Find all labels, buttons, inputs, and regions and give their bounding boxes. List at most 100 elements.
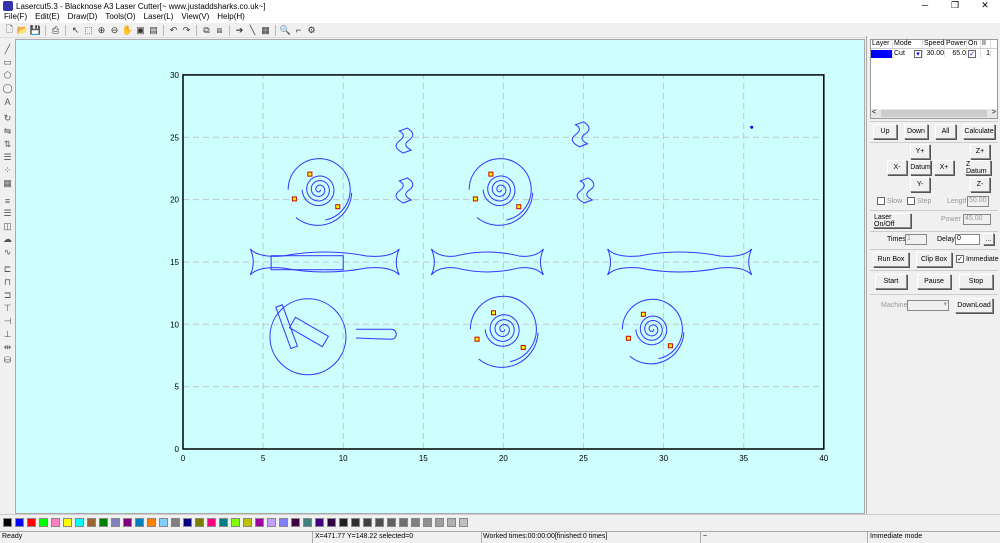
palette-color-swatch[interactable] [147,518,156,527]
layer-color[interactable] [871,49,893,58]
palette-color-swatch[interactable] [123,518,132,527]
undo-icon[interactable]: ↶ [168,25,179,36]
laser-on-off-button[interactable]: Laser On/Off [873,213,911,228]
menu-laser[interactable]: Laser(L) [140,12,178,23]
redo-icon[interactable]: ↷ [181,25,192,36]
palette-color-swatch[interactable] [339,518,348,527]
cut-arc[interactable] [621,298,683,360]
close-button[interactable]: ✕ [970,0,1000,11]
palette-color-swatch[interactable] [51,518,60,527]
zoom-in-icon[interactable]: ⊕ [96,25,107,36]
canvas-drawing[interactable]: 0 5 10 15 20 25 30 35 40 0 5 10 15 20 25 30 [16,40,866,515]
align-icon[interactable]: ☰ [2,152,13,163]
text-icon[interactable]: A [2,96,13,107]
cut-spiral[interactable] [301,175,335,207]
step-checkbox[interactable] [907,197,915,205]
cut-spiral[interactable] [482,175,516,207]
palette-color-swatch[interactable] [387,518,396,527]
zoom-out-icon[interactable]: ⊖ [109,25,120,36]
align-right-icon[interactable]: ⊐ [2,290,13,301]
cut-spiral[interactable] [484,314,520,347]
palette-color-swatch[interactable] [255,518,264,527]
z-minus-button[interactable]: Z- [970,177,990,192]
power-input[interactable]: 45.00 [963,214,991,225]
length-input[interactable]: 50.00 [967,196,989,207]
menu-draw[interactable]: Draw(D) [64,12,102,23]
polygon-icon[interactable]: ⬠ [2,70,13,81]
menu-edit[interactable]: Edit(E) [31,12,63,23]
palette-color-swatch[interactable] [135,518,144,527]
group-icon[interactable]: ⧉ [201,25,212,36]
stack-icon[interactable]: ☰ [2,208,13,219]
x-plus-button[interactable]: X+ [934,160,954,175]
cut-wave[interactable] [571,121,590,148]
palette-color-swatch[interactable] [363,518,372,527]
palette-color-swatch[interactable] [267,518,276,527]
cut-wave[interactable] [395,127,414,154]
palette-color-swatch[interactable] [195,518,204,527]
palette-color-swatch[interactable] [39,518,48,527]
align-bottom-icon[interactable]: ⊥ [2,329,13,340]
palette-color-swatch[interactable] [279,518,288,527]
palette-color-swatch[interactable] [423,518,432,527]
ungroup-icon[interactable]: ⧈ [214,25,225,36]
laser-settings-icon[interactable]: ⌐ [293,25,304,36]
x-minus-button[interactable]: X- [887,160,907,175]
work-canvas[interactable]: 0 5 10 15 20 25 30 35 40 0 5 10 15 20 25 30 [15,39,865,514]
rectangle-icon[interactable]: ▭ [2,57,13,68]
select-icon[interactable]: ↖ [70,25,81,36]
palette-color-swatch[interactable] [315,518,324,527]
align-middle-icon[interactable]: ⊣ [2,316,13,327]
grid-icon[interactable]: ▦ [2,178,13,189]
machine-icon[interactable]: ⚙ [306,25,317,36]
align-left-icon[interactable]: ⊏ [2,264,13,275]
z-plus-button[interactable]: Z+ [970,144,990,159]
z-datum-button[interactable]: Z Datum [965,160,991,175]
palette-color-swatch[interactable] [75,518,84,527]
palette-color-swatch[interactable] [243,518,252,527]
layer-table[interactable]: Layer Mode Speed Power On II Cut ▾ 30.00 … [870,39,998,119]
run-box-button[interactable]: Run Box [873,252,909,267]
y-minus-button[interactable]: Y- [910,177,930,192]
align-top-icon[interactable]: ⊤ [2,303,13,314]
slow-checkbox[interactable] [877,197,885,205]
times-input[interactable]: 1 [905,234,927,245]
cut-arc[interactable] [468,158,532,221]
wave-icon[interactable]: ∿ [2,247,13,258]
palette-color-swatch[interactable] [99,518,108,527]
distribute-icon[interactable]: ⇹ [2,342,13,353]
minimize-button[interactable]: ─ [910,0,940,11]
mirror-v-icon[interactable]: ⇅ [2,139,13,150]
cut-circle[interactable] [269,298,347,376]
cut-bar[interactable] [288,316,330,348]
pause-button[interactable]: Pause [917,274,951,289]
mirror-h-icon[interactable]: ⇋ [2,126,13,137]
palette-color-swatch[interactable] [87,518,96,527]
palette-color-swatch[interactable] [351,518,360,527]
palette-color-swatch[interactable] [327,518,336,527]
palette-color-swatch[interactable] [303,518,312,527]
cut-handle[interactable] [355,328,397,340]
palette-color-swatch[interactable] [411,518,420,527]
palette-color-swatch[interactable] [63,518,72,527]
palette-color-swatch[interactable] [171,518,180,527]
stop-button[interactable]: Stop [959,274,993,289]
palette-color-swatch[interactable] [231,518,240,527]
mode-dropdown[interactable]: ▾ [914,49,922,58]
dots-icon[interactable]: ⁘ [2,165,13,176]
datum-button[interactable]: Datum [910,160,931,175]
open-icon[interactable]: 📂 [17,25,28,36]
palette-color-swatch[interactable] [219,518,228,527]
zoom-fit-icon[interactable]: ▣ [135,25,146,36]
layer-row[interactable]: Cut ▾ 30.00 65.0 ✓ 1 [871,49,997,58]
database-icon[interactable]: ⛁ [2,355,13,366]
cut-path-icon[interactable]: ➔ [234,25,245,36]
palette-color-swatch[interactable] [15,518,24,527]
rotate-icon[interactable]: ↻ [2,113,13,124]
start-button[interactable]: Start [875,274,907,289]
weld-icon[interactable]: ☁ [2,234,13,245]
menu-file[interactable]: File(F) [0,12,31,23]
cut-arc[interactable] [287,158,351,221]
node-edit-icon[interactable]: ╲ [247,25,258,36]
delay-more-button[interactable]: ... [983,233,994,245]
